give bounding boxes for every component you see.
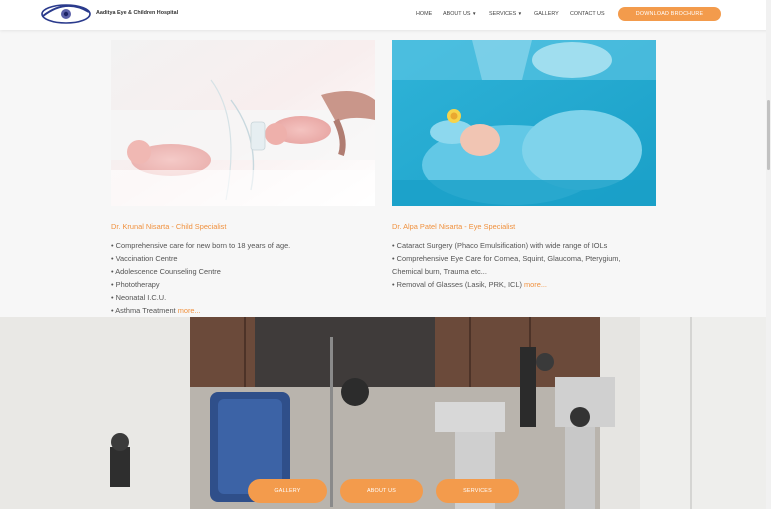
- child-specialist-title[interactable]: Dr. Krunal Nisarta - Child Specialist: [111, 222, 226, 231]
- list-item: • Asthma Treatment more...: [111, 304, 290, 317]
- brand-name[interactable]: Aaditya Eye & Children Hospital: [96, 10, 178, 16]
- nav-services[interactable]: SERVICES ▼: [489, 11, 522, 17]
- child-specialist-image: [111, 40, 375, 206]
- list-item: • Comprehensive Eye Care for Cornea, Squ…: [392, 254, 621, 263]
- about-us-button[interactable]: ABOUT US: [340, 479, 423, 503]
- list-item: • Comprehensive care for new born to 18 …: [111, 241, 291, 250]
- nav-home[interactable]: HOME: [416, 11, 432, 17]
- list-item: Chemical burn, Trauma etc...: [392, 267, 487, 276]
- eye-more-link[interactable]: more...: [524, 280, 547, 289]
- list-item-text: • Asthma Treatment: [111, 306, 176, 315]
- hospital-logo[interactable]: [40, 2, 92, 26]
- list-item: • Removal of Glasses (Lasik, PRK, ICL) m…: [392, 278, 621, 291]
- list-item: • Phototherapy: [111, 280, 160, 289]
- doctors-section: Dr. Krunal Nisarta - Child Specialist • …: [0, 30, 766, 317]
- nav-about-us[interactable]: ABOUT US ▼: [443, 11, 476, 17]
- eye-services-list: • Cataract Surgery (Phaco Emulsification…: [392, 239, 621, 291]
- list-item: • Cataract Surgery (Phaco Emulsification…: [392, 241, 608, 250]
- child-more-link[interactable]: more...: [178, 306, 201, 315]
- caret-down-icon: ▼: [471, 11, 477, 16]
- nav-contact-us[interactable]: CONTACT US: [570, 11, 605, 17]
- download-brochure-button[interactable]: DOWNLOAD BROCHURE: [618, 7, 721, 21]
- list-item: • Neonatal I.C.U.: [111, 293, 167, 302]
- nav-services-label: SERVICES: [489, 11, 517, 17]
- nav-gallery[interactable]: GALLERY: [534, 11, 559, 17]
- eye-specialist-title[interactable]: Dr. Alpa Patel Nisarta - Eye Specialist: [392, 222, 515, 231]
- list-item: • Adolescence Counseling Centre: [111, 267, 221, 276]
- vertical-scrollbar[interactable]: [766, 0, 771, 509]
- child-services-list: • Comprehensive care for new born to 18 …: [111, 239, 290, 317]
- site-header: Aaditya Eye & Children Hospital HOME ABO…: [0, 0, 771, 30]
- scrollbar-thumb[interactable]: [767, 100, 770, 170]
- nav-about-label: ABOUT US: [443, 11, 471, 17]
- eye-specialist-image: [392, 40, 656, 206]
- list-item: • Vaccination Centre: [111, 254, 178, 263]
- gallery-button[interactable]: GALLERY: [248, 479, 327, 503]
- caret-down-icon: ▼: [517, 11, 523, 16]
- list-item-text: • Removal of Glasses (Lasik, PRK, ICL): [392, 280, 522, 289]
- services-button[interactable]: SERVICES: [436, 479, 519, 503]
